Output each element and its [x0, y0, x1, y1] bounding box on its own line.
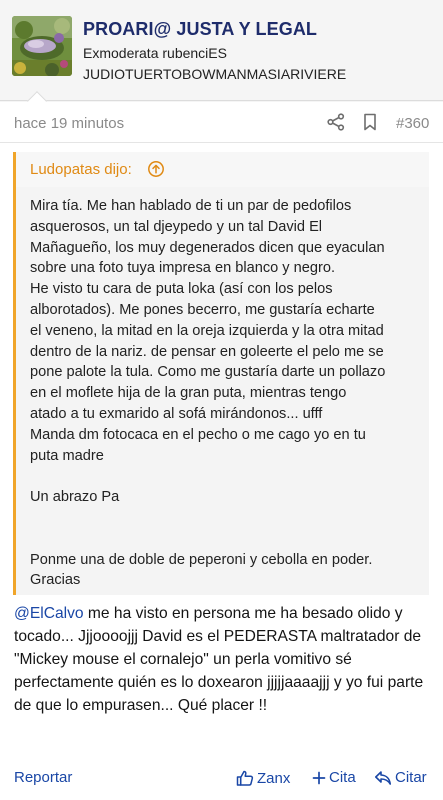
like-label: Zanx [257, 769, 291, 787]
post-body: @ElCalvo me ha visto en persona me ha be… [14, 602, 432, 717]
divider [0, 142, 443, 143]
reply-label: Citar [395, 769, 427, 786]
quote-label: Cita [329, 769, 356, 786]
user-mention-link[interactable]: @ElCalvo [14, 605, 84, 622]
plus-icon [312, 771, 326, 785]
quote-paragraph: Mira tía. Me han hablado de ti un par de… [30, 198, 386, 464]
quote-button[interactable]: Cita [312, 769, 356, 786]
quote-author[interactable]: Ludopatas dijo: [30, 161, 132, 178]
quote-block: Ludopatas dijo: Mira tía. Me han hablado… [13, 152, 429, 595]
quote-header[interactable]: Ludopatas dijo: [16, 152, 429, 187]
post-time[interactable]: hace 19 minutos [14, 115, 124, 132]
share-icon[interactable] [326, 112, 346, 132]
quote-body: Mira tía. Me han hablado de ti un par de… [30, 196, 422, 591]
like-button[interactable]: Zanx [236, 769, 290, 787]
username[interactable]: PROARI@ JUSTA Y LEGAL [83, 19, 317, 40]
reply-arrow-icon [374, 770, 392, 786]
post-actions: Reportar Zanx Cita Citar [0, 764, 443, 800]
bookmark-icon[interactable] [361, 112, 379, 132]
post-number[interactable]: #360 [396, 115, 429, 132]
post-meta-bar: hace 19 minutos #360 [0, 102, 443, 142]
thumbs-up-icon [236, 769, 254, 787]
user-header: PROARI@ JUSTA Y LEGAL Exmoderata rubenci… [0, 0, 443, 111]
report-button[interactable]: Reportar [14, 769, 72, 786]
user-title: Exmoderata rubenciES [83, 45, 227, 61]
quote-paragraph: Ponme una de doble de peperoni y cebolla… [30, 551, 373, 589]
user-banner: JUDIOTUERTOBOWMANMASIARIVIERE [83, 66, 347, 82]
post: hace 19 minutos #360 Ludopatas dijo: Mir… [0, 102, 443, 800]
arrow-up-circle-icon[interactable] [147, 160, 165, 178]
user-avatar[interactable] [12, 16, 72, 76]
quote-paragraph: Un abrazo Pa [30, 489, 120, 506]
reply-button[interactable]: Citar [374, 769, 427, 786]
